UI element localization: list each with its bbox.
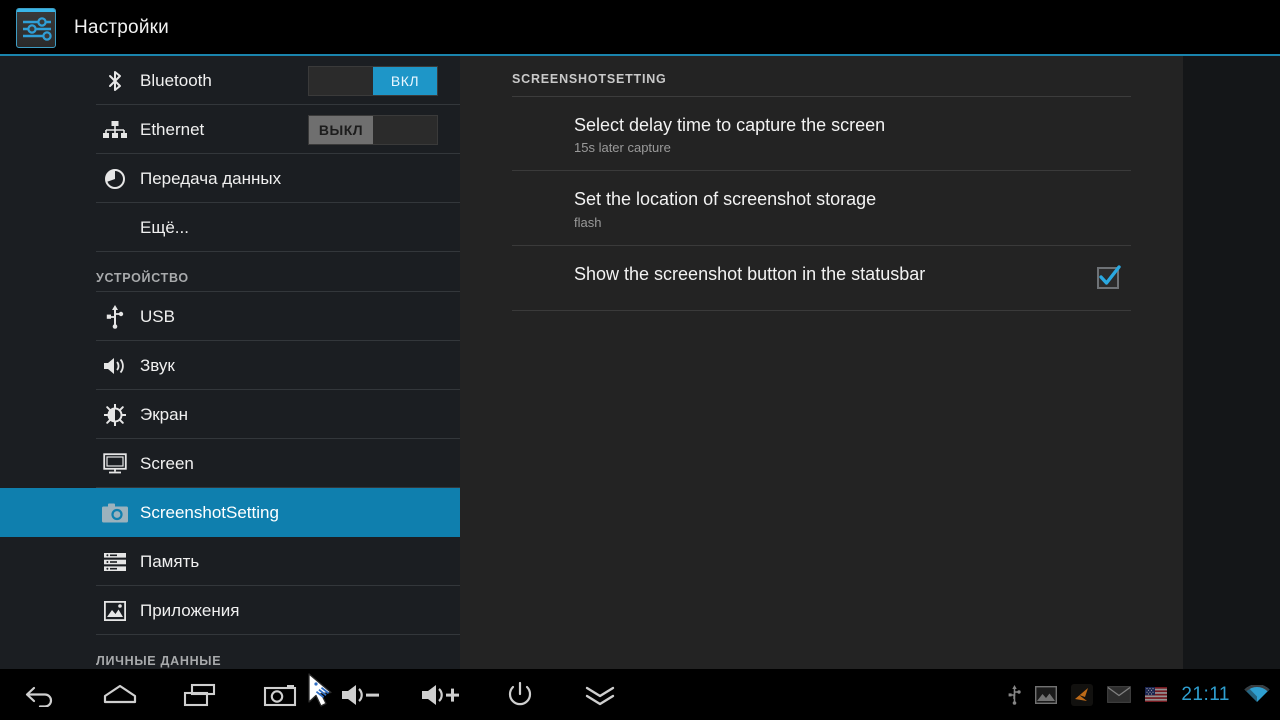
recents-icon[interactable]	[160, 669, 240, 720]
image-icon	[1035, 685, 1058, 704]
app-orange-icon	[1071, 683, 1094, 706]
sidebar-item-label: Экран	[140, 404, 188, 424]
sidebar-item-label: Передача данных	[140, 168, 282, 188]
sidebar-item-label: ScreenshotSetting	[140, 502, 279, 522]
nav-buttons	[0, 669, 640, 720]
sidebar-item-[interactable]: Передача данных	[0, 154, 460, 203]
usb-icon	[96, 304, 134, 329]
preference-title: Show the screenshot button in the status…	[574, 263, 926, 284]
sidebar-section-header: УСТРОЙСТВО	[0, 252, 460, 292]
sidebar-item-[interactable]: Звук	[0, 341, 460, 390]
sidebar-item-label: Память	[140, 551, 200, 571]
sidebar-item-bluetooth[interactable]: Bluetooth ВКЛ	[0, 56, 460, 105]
title-bar: Настройки	[0, 0, 1280, 55]
content-header-label: SCREENSHOTSETTING	[512, 72, 667, 86]
preference-title: Set the location of screenshot storage	[574, 189, 877, 210]
preference-item[interactable]: Set the location of screenshot storage fl…	[512, 171, 1131, 246]
sidebar-item-[interactable]: Экран	[0, 390, 460, 439]
preference-item[interactable]: Select delay time to capture the screen 1…	[512, 97, 1131, 172]
collapse-icon[interactable]	[560, 669, 640, 720]
storage-icon	[96, 552, 134, 572]
sidebar-item-label: Bluetooth	[140, 70, 212, 90]
camera-icon	[96, 503, 134, 523]
data-usage-icon	[96, 168, 134, 189]
sound-icon	[96, 356, 134, 376]
apps-icon	[96, 600, 134, 621]
navigation-bar: 21:11	[0, 669, 1280, 720]
sidebar-item-ethernet[interactable]: Ethernet ВЫКЛ	[0, 105, 460, 154]
sidebar-section-header: ЛИЧНЫЕ ДАННЫЕ	[0, 635, 460, 669]
clock: 21:11	[1181, 683, 1230, 705]
sidebar-section-label: УСТРОЙСТВО	[96, 271, 189, 285]
power-icon[interactable]	[480, 669, 560, 720]
preference-checkbox[interactable]	[1097, 264, 1121, 289]
ethernet-toggle[interactable]: ВЫКЛ	[308, 114, 438, 145]
sidebar-item-label: Screen	[140, 453, 194, 473]
sidebar-item-[interactable]: Ещё...	[0, 203, 460, 252]
brightness-icon	[96, 403, 134, 426]
sidebar-item-label: Звук	[140, 355, 175, 375]
sidebar-list: Bluetooth ВКЛ Ethernet ВЫКЛ Передача дан…	[0, 56, 460, 669]
bluetooth-toggle[interactable]: ВКЛ	[308, 65, 438, 96]
sidebar-item-screenshotsetting[interactable]: ScreenshotSetting	[0, 488, 460, 537]
usb-icon	[1008, 684, 1022, 705]
sidebar-item-screen[interactable]: Screen	[0, 439, 460, 488]
email-icon	[1107, 686, 1132, 703]
toggle-knob-label: ВЫКЛ	[309, 115, 373, 144]
ethernet-icon	[96, 120, 134, 140]
preference-item[interactable]: Show the screenshot button in the status…	[512, 246, 1131, 311]
sidebar-item-[interactable]: Память	[0, 537, 460, 586]
preference-summary: 15s later capture	[574, 140, 671, 156]
content-section-header: SCREENSHOTSETTING	[512, 56, 1131, 97]
preference-title: Select delay time to capture the screen	[574, 115, 886, 135]
settings-sliders-icon	[16, 7, 56, 48]
monitor-icon	[96, 453, 134, 474]
sidebar-item-label: Ещё...	[140, 217, 189, 237]
sidebar-item-label: Ethernet	[140, 119, 205, 139]
sidebar-section-label: ЛИЧНЫЕ ДАННЫЕ	[96, 654, 222, 668]
preference-summary: flash	[574, 214, 602, 230]
sidebar-item-label: USB	[140, 306, 175, 326]
bluetooth-icon	[96, 70, 134, 92]
status-tray: 21:11	[1008, 669, 1270, 720]
sidebar-item-[interactable]: Приложения	[0, 586, 460, 635]
content-panel: SCREENSHOTSETTING Select delay time to c…	[460, 56, 1183, 669]
sidebar-item-label: Приложения	[140, 600, 240, 620]
volume-up-icon[interactable]	[400, 669, 480, 720]
flag-us-icon	[1145, 687, 1168, 702]
preference-list: Select delay time to capture the screen 1…	[460, 97, 1183, 311]
back-icon[interactable]	[0, 669, 80, 720]
settings-sidebar[interactable]: Bluetooth ВКЛ Ethernet ВЫКЛ Передача дан…	[0, 56, 460, 669]
android-settings-screen: Настройки Bluetooth ВКЛ Ethernet ВЫКЛ Пе…	[0, 0, 1280, 720]
right-background	[1183, 56, 1280, 669]
sidebar-item-usb[interactable]: USB	[0, 292, 460, 341]
home-icon[interactable]	[80, 669, 160, 720]
volume-down-icon[interactable]	[320, 669, 400, 720]
wifi-icon	[1244, 685, 1270, 704]
toggle-knob-label: ВКЛ	[373, 66, 437, 95]
screenshot-icon[interactable]	[240, 669, 320, 720]
page-title: Настройки	[74, 16, 169, 38]
